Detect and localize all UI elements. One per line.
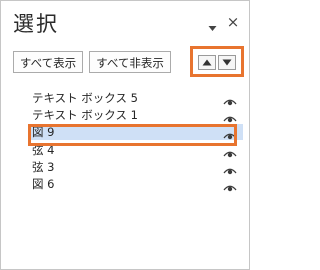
visibility-eye-icon[interactable] bbox=[223, 146, 237, 157]
reorder-buttons-highlight bbox=[190, 46, 244, 77]
bring-forward-button[interactable] bbox=[198, 55, 216, 70]
triangle-down-icon bbox=[222, 59, 232, 66]
pane-title: 選択 bbox=[13, 12, 59, 36]
object-name: 図 6 bbox=[32, 176, 55, 191]
visibility-eye-icon[interactable] bbox=[223, 128, 237, 140]
object-name: テキスト ボックス 1 bbox=[32, 108, 138, 123]
object-name: 図 9 bbox=[32, 125, 55, 140]
object-list-row[interactable]: テキスト ボックス 5 bbox=[31, 90, 243, 106]
object-name: 弦 3 bbox=[32, 159, 55, 174]
close-icon[interactable]: × bbox=[226, 15, 240, 30]
selection-pane: 選択 × すべて表示 すべて非表示 テキスト ボックス 5 テキスト ボックス 1… bbox=[0, 0, 250, 270]
object-list-row[interactable]: 図 9 bbox=[31, 124, 243, 141]
visibility-eye-icon[interactable] bbox=[223, 111, 237, 123]
object-list-row[interactable]: 弦 3 bbox=[31, 159, 243, 175]
hide-all-button[interactable]: すべて非表示 bbox=[89, 51, 171, 73]
object-name: 弦 4 bbox=[32, 142, 55, 157]
pane-options-dropdown-icon[interactable] bbox=[208, 18, 217, 31]
triangle-up-icon bbox=[202, 59, 212, 66]
visibility-eye-icon[interactable] bbox=[223, 180, 237, 192]
show-all-button[interactable]: すべて表示 bbox=[13, 51, 83, 73]
object-name: テキスト ボックス 5 bbox=[32, 91, 138, 105]
object-list-row[interactable]: 図 6 bbox=[31, 176, 243, 192]
visibility-eye-icon[interactable] bbox=[223, 94, 237, 106]
send-backward-button[interactable] bbox=[218, 55, 236, 70]
object-list: テキスト ボックス 5 テキスト ボックス 1 図 9 弦 4 弦 3 図 6 bbox=[31, 90, 243, 193]
object-list-row[interactable]: テキスト ボックス 1 bbox=[31, 107, 243, 123]
visibility-eye-icon[interactable] bbox=[223, 163, 237, 174]
object-list-row[interactable]: 弦 4 bbox=[31, 142, 243, 158]
